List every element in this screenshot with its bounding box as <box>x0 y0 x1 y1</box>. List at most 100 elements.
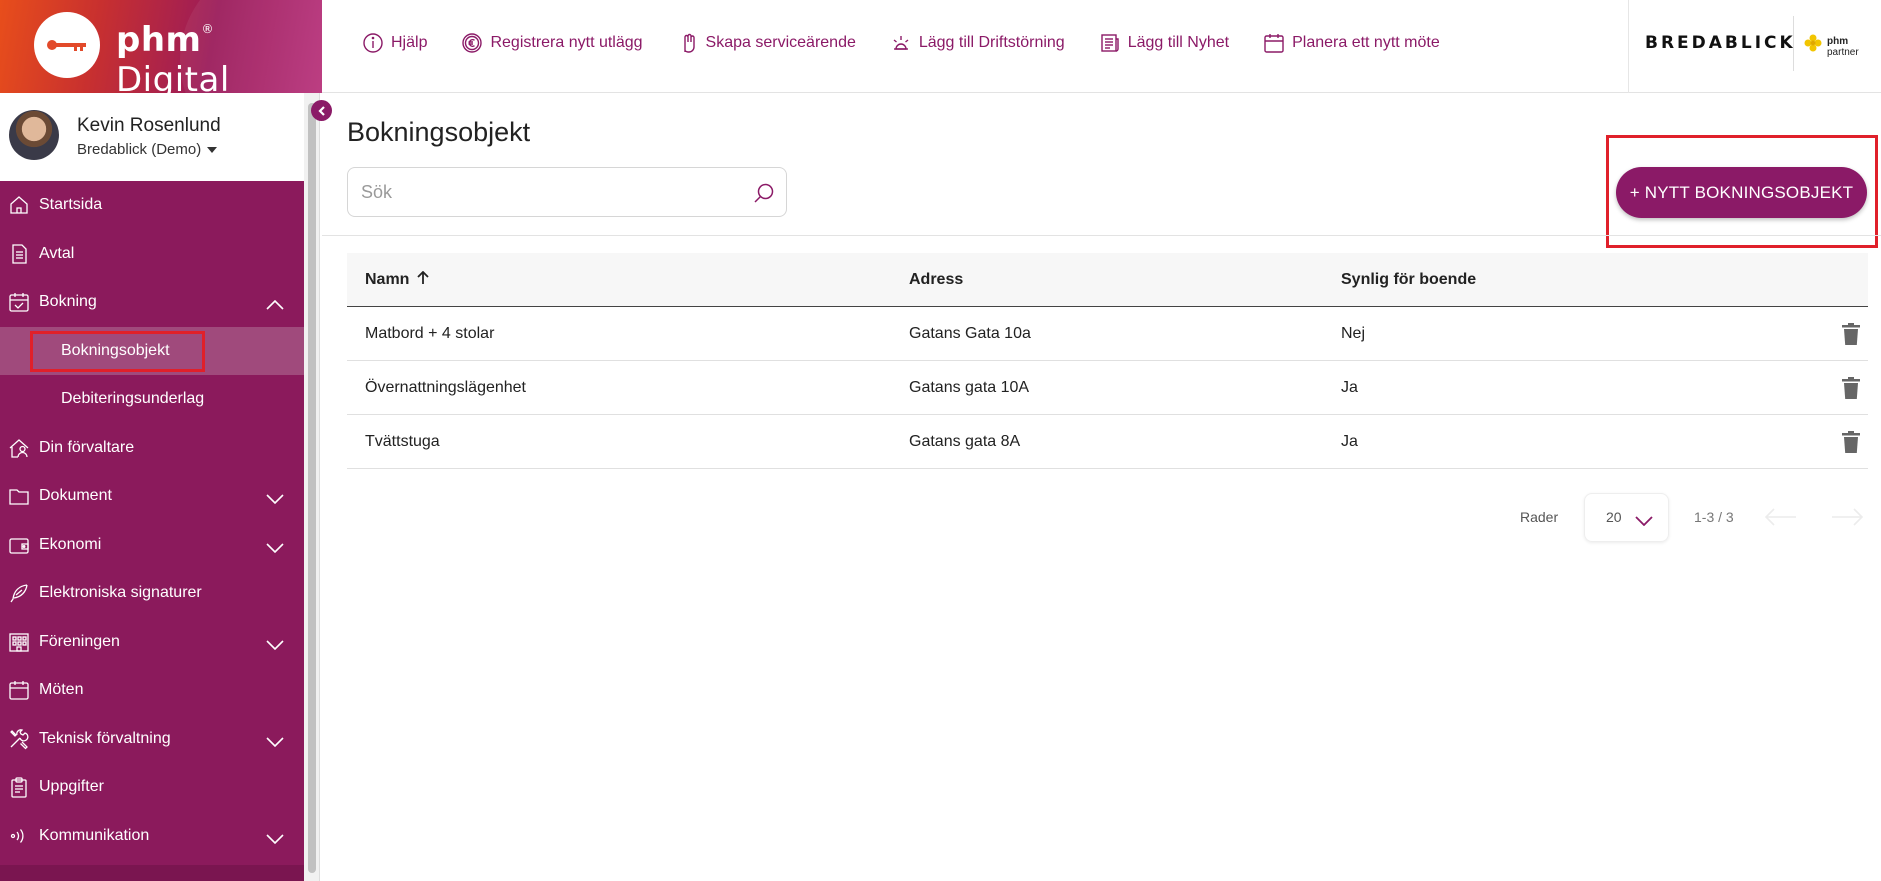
topnav-label: Lägg till Nyhet <box>1127 34 1230 51</box>
new-booking-object-button[interactable]: + NYTT BOKNINGSOBJEKT <box>1616 167 1867 218</box>
sidebar-subitem-debiteringsunderlag[interactable]: Debiteringsunderlag <box>0 375 304 424</box>
table-row[interactable]: Tvättstuga Gatans gata 8A Ja <box>347 415 1868 469</box>
sidebar-subitem-label: Debiteringsunderlag <box>61 390 205 408</box>
arrow-right-icon[interactable] <box>1830 507 1864 527</box>
partner-logo: BREDABLICK phm partner <box>1628 0 1881 93</box>
chevron-down-icon <box>266 491 284 505</box>
sidebar-item-moten[interactable]: Möten <box>0 666 304 715</box>
alert-light-icon <box>893 36 909 50</box>
topnav-register-expense[interactable]: Registrera nytt utlägg <box>461 32 643 54</box>
sidebar-item-label: Startsida <box>39 196 103 214</box>
topnav-plan-meeting[interactable]: Planera ett nytt möte <box>1263 32 1440 54</box>
building-icon <box>8 631 30 653</box>
booking-objects-table: Namn Adress Synlig för boende Matbord + … <box>347 253 1868 469</box>
sidebar-item-avtal[interactable]: Avtal <box>0 230 304 279</box>
rows-per-page-value: 20 <box>1606 509 1622 525</box>
chevron-down-icon <box>266 540 284 553</box>
sidebar-item-teknisk-forvaltning[interactable]: Teknisk förvaltning <box>0 715 304 764</box>
trash-icon[interactable] <box>1842 376 1860 399</box>
column-header-adress[interactable]: Adress <box>909 271 963 289</box>
scrollbar-thumb[interactable] <box>308 103 316 873</box>
organization-selector[interactable]: Bredablick (Demo) <box>77 141 218 158</box>
sidebar-item-label: Teknisk förvaltning <box>39 729 171 747</box>
table-header: Namn Adress Synlig för boende <box>347 253 1868 307</box>
main-content: Bokningsobjekt + NYTT BOKNINGSOBJEKT Nam… <box>322 93 1881 881</box>
sidebar-item-label: Elektroniska signaturer <box>39 584 202 602</box>
arrow-left-icon[interactable] <box>1764 507 1798 527</box>
user-profile[interactable]: Kevin Rosenlund Bredablick (Demo) <box>0 93 304 181</box>
info-icon <box>363 33 383 53</box>
sidebar-item-dokument[interactable]: Dokument <box>0 472 304 521</box>
chevron-up-icon <box>266 297 284 310</box>
sidebar-item-foreningen[interactable]: Föreningen <box>0 618 304 667</box>
avatar <box>9 110 59 160</box>
partner-tag-rest: partner <box>1827 47 1859 58</box>
sidebar-item-kommunikation[interactable]: Kommunikation <box>0 812 304 861</box>
column-header-synlig[interactable]: Synlig för boende <box>1341 271 1476 289</box>
page-title: Bokningsobjekt <box>347 117 531 147</box>
topnav-label: Lägg till Driftstörning <box>918 34 1065 51</box>
sidebar-item-label: Bokning <box>39 293 97 311</box>
person-house-icon <box>8 437 30 459</box>
top-navigation: Hjälp Registrera nytt utlägg Skapa servi… <box>362 0 1440 86</box>
pagination: Rader 20 1-3 / 3 <box>322 493 1881 543</box>
topnav-service-request[interactable]: Skapa serviceärende <box>677 32 856 54</box>
sidebar-item-elektroniska-signaturer[interactable]: Elektroniska signaturer <box>0 569 304 618</box>
sidebar-item-label: Kommunikation <box>39 826 150 844</box>
page-range: 1-3 / 3 <box>1694 509 1734 525</box>
sidebar-item-startsida[interactable]: Startsida <box>0 181 304 230</box>
chevron-down-icon <box>266 637 284 650</box>
topnav-label: Registrera nytt utlägg <box>490 34 643 51</box>
calendar-check-icon <box>8 291 30 313</box>
search-field[interactable] <box>347 167 787 217</box>
user-name: Kevin Rosenlund <box>77 115 221 136</box>
cell-name: Tvättstuga <box>365 432 440 450</box>
table-row[interactable]: Övernattningslägenhet Gatans gata 10A Ja <box>347 361 1868 415</box>
sidebar-item-bokning[interactable]: Bokning <box>0 278 304 327</box>
column-header-namn[interactable]: Namn <box>365 270 430 289</box>
trash-icon[interactable] <box>1842 322 1860 345</box>
cell-name: Övernattningslägenhet <box>365 378 526 396</box>
brand-name-light: Digital <box>116 60 230 93</box>
sidebar-item-label: Föreningen <box>39 632 120 650</box>
sidebar-scrollbar[interactable] <box>304 93 320 881</box>
column-header-label: Namn <box>365 270 410 288</box>
brand-logo[interactable]: phm® Digital <box>0 0 322 93</box>
search-icon[interactable] <box>752 181 776 205</box>
broadcast-icon <box>8 825 30 847</box>
sidebar-item-label: Dokument <box>39 487 112 505</box>
sidebar-item-label: Ekonomi <box>39 535 102 553</box>
cell-visible: Nej <box>1341 324 1366 342</box>
brand-name: phm® Digital <box>116 20 322 93</box>
topnav-add-disruption[interactable]: Lägg till Driftstörning <box>890 32 1065 54</box>
calendar-icon <box>8 679 30 701</box>
cell-name: Matbord + 4 stolar <box>365 324 495 342</box>
cell-address: Gatans Gata 10a <box>909 324 1031 342</box>
sidebar-item-uppgifter[interactable]: Uppgifter <box>0 763 304 812</box>
table-row[interactable]: Matbord + 4 stolar Gatans Gata 10a Nej <box>347 307 1868 361</box>
rows-per-page-select[interactable]: 20 <box>1584 493 1669 542</box>
topnav-label: Skapa serviceärende <box>705 34 856 51</box>
sidebar-footer <box>0 865 304 881</box>
sort-ascending-icon <box>416 270 430 285</box>
sidebar-item-din-forvaltare[interactable]: Din förvaltare <box>0 424 304 473</box>
highlight-box <box>30 330 205 372</box>
key-icon <box>47 40 86 51</box>
wallet-icon <box>8 534 30 556</box>
topnav-add-news[interactable]: Lägg till Nyhet <box>1099 32 1229 54</box>
partner-name: BREDABLICK <box>1645 33 1796 53</box>
divider <box>322 235 1881 236</box>
document-icon <box>8 243 30 265</box>
feather-icon <box>8 582 30 604</box>
sidebar-menu: Startsida Avtal Bokning Bokningsobjekt D… <box>0 181 304 860</box>
search-input[interactable] <box>361 168 741 216</box>
topnav-help[interactable]: Hjälp <box>362 32 427 54</box>
partner-tag-bold: phm <box>1827 36 1849 47</box>
clipboard-icon <box>8 776 30 798</box>
caret-down-icon <box>207 146 218 153</box>
sidebar-item-ekonomi[interactable]: Ekonomi <box>0 521 304 570</box>
trash-icon[interactable] <box>1842 430 1860 453</box>
chevron-down-icon <box>266 831 284 844</box>
partner-tag: phm partner <box>1827 36 1881 58</box>
sidebar-subitem-bokningsobjekt[interactable]: Bokningsobjekt <box>0 326 304 375</box>
